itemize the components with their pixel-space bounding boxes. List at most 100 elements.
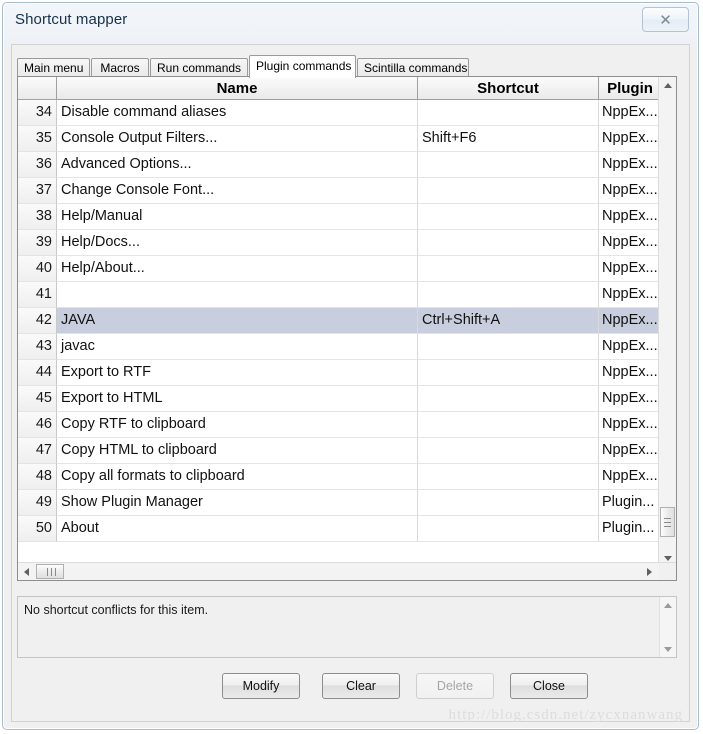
table-row[interactable]: 39 Help/Docs... NppEx... bbox=[18, 230, 660, 256]
row-shortcut bbox=[418, 490, 599, 516]
row-index: 35 bbox=[18, 126, 57, 152]
row-name: Copy RTF to clipboard bbox=[57, 412, 418, 438]
row-name: Help/About... bbox=[57, 256, 418, 282]
row-index: 39 bbox=[18, 230, 57, 256]
column-header-name[interactable]: Name bbox=[57, 77, 418, 100]
row-index: 50 bbox=[18, 516, 57, 542]
row-index: 34 bbox=[18, 100, 57, 126]
row-name: Disable command aliases bbox=[57, 100, 418, 126]
row-plugin: NppEx... bbox=[599, 412, 660, 438]
row-name: Console Output Filters... bbox=[57, 126, 418, 152]
close-window-button[interactable]: ✕ bbox=[642, 7, 689, 32]
row-index: 40 bbox=[18, 256, 57, 282]
row-shortcut bbox=[418, 464, 599, 490]
row-plugin: NppEx... bbox=[599, 230, 660, 256]
conflict-scroll-up-button[interactable] bbox=[660, 597, 676, 613]
window-title: Shortcut mapper bbox=[15, 11, 128, 28]
scrollbar-corner bbox=[659, 563, 676, 580]
scroll-up-button[interactable] bbox=[659, 77, 676, 94]
table-row[interactable]: 34 Disable command aliases NppEx... bbox=[18, 100, 660, 126]
row-shortcut bbox=[418, 438, 599, 464]
row-index: 37 bbox=[18, 178, 57, 204]
row-plugin: NppEx... bbox=[599, 204, 660, 230]
row-index: 41 bbox=[18, 282, 57, 308]
vertical-scroll-thumb[interactable] bbox=[660, 507, 675, 537]
close-button[interactable]: Close bbox=[510, 673, 588, 699]
table-row[interactable]: 38 Help/Manual NppEx... bbox=[18, 204, 660, 230]
row-index: 43 bbox=[18, 334, 57, 360]
table-row[interactable]: 49 Show Plugin Manager Plugin... bbox=[18, 490, 660, 516]
table-row[interactable]: 42 JAVA Ctrl+Shift+A NppEx... bbox=[18, 308, 660, 334]
table-row[interactable]: 50 About Plugin... bbox=[18, 516, 660, 542]
list-vertical-scrollbar[interactable] bbox=[658, 77, 676, 567]
chevron-up-icon bbox=[663, 83, 672, 88]
table-row[interactable]: 44 Export to RTF NppEx... bbox=[18, 360, 660, 386]
modify-button[interactable]: Modify bbox=[222, 673, 300, 699]
row-name: Show Plugin Manager bbox=[57, 490, 418, 516]
row-name: Export to HTML bbox=[57, 386, 418, 412]
shortcut-list-view[interactable]: Name Shortcut Plugin 34 Disable command a… bbox=[17, 76, 677, 581]
row-name: About bbox=[57, 516, 418, 542]
row-index: 38 bbox=[18, 204, 57, 230]
row-index: 45 bbox=[18, 386, 57, 412]
horizontal-scroll-thumb[interactable] bbox=[36, 564, 64, 579]
tab-run-commands[interactable]: Run commands bbox=[150, 58, 248, 77]
row-plugin: Plugin... bbox=[599, 490, 660, 516]
row-index: 48 bbox=[18, 464, 57, 490]
shortcut-mapper-window: Shortcut mapper ✕ Main menu Macros Run com… bbox=[2, 2, 699, 730]
conflict-info-panel: No shortcut conflicts for this item. bbox=[17, 596, 677, 658]
tab-macros[interactable]: Macros bbox=[91, 58, 149, 77]
row-plugin: NppEx... bbox=[599, 360, 660, 386]
column-header-shortcut[interactable]: Shortcut bbox=[418, 77, 599, 100]
conflict-scrollbar[interactable] bbox=[659, 597, 676, 657]
list-horizontal-scrollbar[interactable] bbox=[18, 562, 676, 580]
row-name: Copy HTML to clipboard bbox=[57, 438, 418, 464]
row-name: Help/Docs... bbox=[57, 230, 418, 256]
dialog-button-bar: Modify Clear Delete Close bbox=[12, 673, 689, 701]
row-name bbox=[57, 282, 418, 308]
row-shortcut bbox=[418, 100, 599, 126]
chevron-up-icon bbox=[664, 602, 672, 608]
conflict-message: No shortcut conflicts for this item. bbox=[24, 603, 209, 617]
table-row[interactable]: 48 Copy all formats to clipboard NppEx... bbox=[18, 464, 660, 490]
tab-plugin-commands[interactable]: Plugin commands bbox=[249, 55, 356, 78]
row-name: Help/Manual bbox=[57, 204, 418, 230]
row-shortcut bbox=[418, 178, 599, 204]
row-index: 49 bbox=[18, 490, 57, 516]
column-header-plugin[interactable]: Plugin bbox=[599, 77, 661, 100]
table-row[interactable]: 37 Change Console Font... NppEx... bbox=[18, 178, 660, 204]
table-row[interactable]: 36 Advanced Options... NppEx... bbox=[18, 152, 660, 178]
row-index: 36 bbox=[18, 152, 57, 178]
table-row[interactable]: 47 Copy HTML to clipboard NppEx... bbox=[18, 438, 660, 464]
table-row[interactable]: 43 javac NppEx... bbox=[18, 334, 660, 360]
grip-icon bbox=[664, 518, 671, 527]
tab-main-menu[interactable]: Main menu bbox=[17, 58, 90, 77]
row-name: javac bbox=[57, 334, 418, 360]
row-index: 46 bbox=[18, 412, 57, 438]
scroll-right-button[interactable] bbox=[641, 563, 658, 580]
table-row[interactable]: 45 Export to HTML NppEx... bbox=[18, 386, 660, 412]
table-row[interactable]: 40 Help/About... NppEx... bbox=[18, 256, 660, 282]
row-index: 42 bbox=[18, 308, 57, 334]
row-shortcut bbox=[418, 516, 599, 542]
tab-scintilla-commands[interactable]: Scintilla commands bbox=[357, 58, 469, 77]
row-plugin: NppEx... bbox=[599, 464, 660, 490]
table-row[interactable]: 41 NppEx... bbox=[18, 282, 660, 308]
close-icon: ✕ bbox=[659, 10, 672, 29]
tab-strip: Main menu Macros Run commands Plugin comman… bbox=[17, 55, 677, 78]
row-shortcut bbox=[418, 386, 599, 412]
table-body: 34 Disable command aliases NppEx... 35 Conso… bbox=[18, 100, 660, 542]
grip-icon bbox=[47, 568, 56, 576]
table-header-row: Name Shortcut Plugin bbox=[18, 77, 676, 100]
row-plugin: NppEx... bbox=[599, 386, 660, 412]
column-header-index[interactable] bbox=[18, 77, 57, 100]
title-bar: Shortcut mapper ✕ bbox=[3, 3, 698, 43]
delete-button: Delete bbox=[416, 673, 494, 699]
table-row[interactable]: 46 Copy RTF to clipboard NppEx... bbox=[18, 412, 660, 438]
row-shortcut bbox=[418, 152, 599, 178]
chevron-right-icon bbox=[647, 567, 652, 576]
table-row[interactable]: 35 Console Output Filters... Shift+F6 NppEx… bbox=[18, 126, 660, 152]
scroll-left-button[interactable] bbox=[18, 563, 35, 580]
conflict-scroll-down-button[interactable] bbox=[660, 641, 676, 657]
clear-button[interactable]: Clear bbox=[322, 673, 400, 699]
